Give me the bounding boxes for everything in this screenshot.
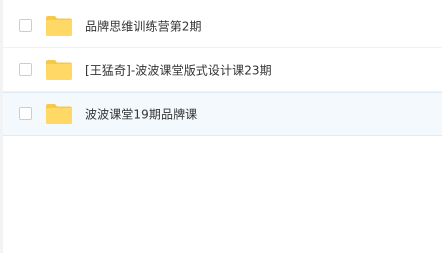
row-checkbox[interactable] — [19, 18, 32, 32]
folder-icon — [46, 104, 72, 124]
row-checkbox[interactable] — [19, 62, 32, 76]
row-checkbox[interactable] — [19, 107, 32, 120]
file-row[interactable]: 波波课堂19期品牌课 — [3, 92, 442, 136]
folder-icon — [46, 59, 72, 80]
file-name[interactable]: 品牌思维训练营第2期 — [85, 17, 202, 34]
file-name[interactable]: 波波课堂19期品牌课 — [85, 106, 197, 123]
file-row[interactable]: [王猛奇]-波波课堂版式设计课23期 — [3, 48, 442, 92]
file-name[interactable]: [王猛奇]-波波课堂版式设计课23期 — [85, 61, 272, 78]
file-list: 品牌思维训练营第2期 [王猛奇]-波波课堂版式设计课23期 波波课堂19期品牌课 — [3, 4, 442, 136]
folder-icon — [46, 15, 72, 36]
file-row[interactable]: 品牌思维训练营第2期 — [3, 4, 442, 48]
